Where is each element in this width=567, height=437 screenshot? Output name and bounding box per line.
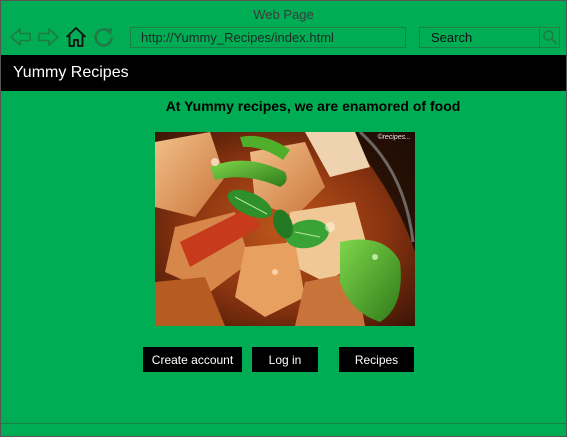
image-watermark: ©recipes... — [377, 134, 411, 141]
site-title[interactable]: Yummy Recipes — [13, 55, 129, 91]
magnifier-icon — [543, 30, 557, 44]
recipes-button[interactable]: Recipes — [339, 347, 414, 372]
address-bar[interactable]: http://Yummy_Recipes/index.html — [130, 27, 406, 48]
home-icon[interactable] — [64, 25, 88, 49]
browser-window: Web Page http://Yummy_Recipes/index.html… — [0, 0, 567, 437]
food-photo: ©recipes... — [155, 132, 415, 326]
log-in-button[interactable]: Log in — [252, 347, 318, 372]
page-tagline: At Yummy recipes, we are enamored of foo… — [165, 98, 461, 114]
search-box[interactable]: Search — [419, 27, 560, 48]
status-bar — [1, 423, 566, 437]
window-title: Web Page — [253, 7, 314, 22]
search-button[interactable] — [539, 28, 559, 47]
forward-arrow-icon[interactable] — [36, 25, 60, 49]
search-input[interactable]: Search — [431, 28, 472, 47]
site-header: Yummy Recipes — [1, 55, 566, 91]
refresh-icon[interactable] — [92, 25, 116, 49]
create-account-button[interactable]: Create account — [143, 347, 242, 372]
back-arrow-icon[interactable] — [9, 25, 33, 49]
